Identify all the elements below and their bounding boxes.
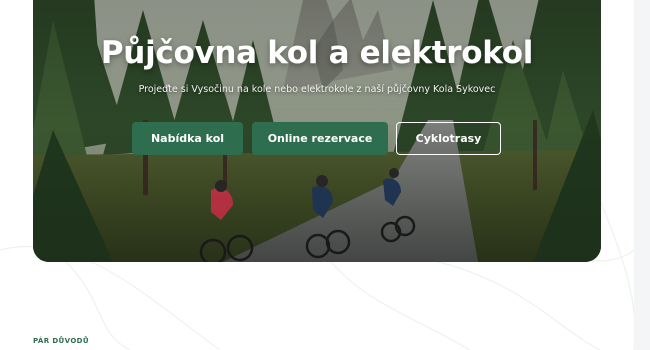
hero-subtitle: Projeďte si Vysočinu na kole nebo elektr… — [138, 84, 496, 95]
hero-banner: Půjčovna kol a elektrokol Projeďte si Vy… — [33, 0, 601, 262]
offer-bikes-button[interactable]: Nabídka kol — [132, 122, 243, 155]
cycle-routes-button[interactable]: Cyklotrasy — [396, 122, 501, 155]
section-eyebrow: PÁR DŮVODŮ — [33, 337, 89, 345]
online-reservation-button[interactable]: Online rezervace — [252, 122, 388, 155]
scrollbar-track[interactable] — [634, 0, 650, 350]
hero-title: Půjčovna kol a elektrokol — [100, 35, 534, 71]
